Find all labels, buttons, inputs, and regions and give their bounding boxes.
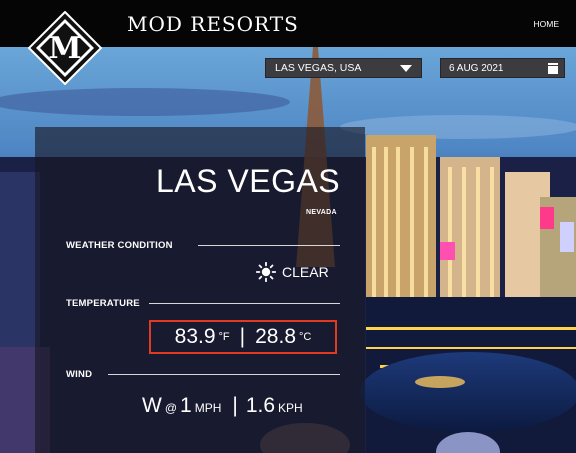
weather-condition-divider	[198, 245, 340, 246]
state-name: NEVADA	[306, 209, 337, 216]
weather-condition: CLEAR	[256, 262, 329, 282]
wind-speed-mph: 1	[180, 394, 192, 417]
unit-kph: KPH	[278, 401, 303, 415]
temperature-readout: 83.9 °F | 28.8 °C	[149, 320, 337, 354]
logo-letter: M	[48, 31, 81, 66]
weather-condition-label: WEATHER CONDITION	[66, 240, 173, 251]
temperature-divider	[149, 303, 340, 304]
temperature-label: TEMPERATURE	[66, 298, 140, 309]
wind-speed-kph: 1.6	[245, 394, 276, 417]
calendar-icon[interactable]	[548, 63, 558, 74]
wind-direction: W	[142, 394, 162, 417]
location-dropdown-value: LAS VEGAS, USA	[275, 62, 362, 74]
date-value: 6 AUG 2021	[449, 62, 504, 74]
chevron-down-icon	[400, 65, 412, 72]
temp-fahrenheit: 83.9	[174, 325, 216, 348]
city-name: LAS VEGAS	[156, 163, 341, 199]
mod-resorts-logo[interactable]: M	[27, 10, 103, 86]
brand-name: MOD RESORTS	[127, 12, 299, 36]
temp-separator: |	[239, 325, 246, 348]
wind-divider	[108, 374, 340, 375]
condition-text: CLEAR	[282, 264, 329, 280]
location-dropdown[interactable]: LAS VEGAS, USA	[265, 58, 422, 78]
wind-separator: |	[232, 394, 238, 417]
sun-icon	[256, 262, 276, 282]
unit-celsius: °C	[299, 331, 312, 343]
temp-celsius: 28.8	[255, 325, 296, 348]
date-picker-field[interactable]: 6 AUG 2021	[440, 58, 565, 78]
wind-label: WIND	[66, 369, 93, 380]
unit-mph: MPH	[194, 401, 222, 415]
home-link[interactable]: HOME	[534, 19, 560, 29]
wind-at-symbol: @	[164, 401, 178, 415]
unit-fahrenheit: °F	[218, 331, 230, 343]
wind-readout: W @ 1 MPH | 1.6 KPH	[142, 394, 306, 418]
